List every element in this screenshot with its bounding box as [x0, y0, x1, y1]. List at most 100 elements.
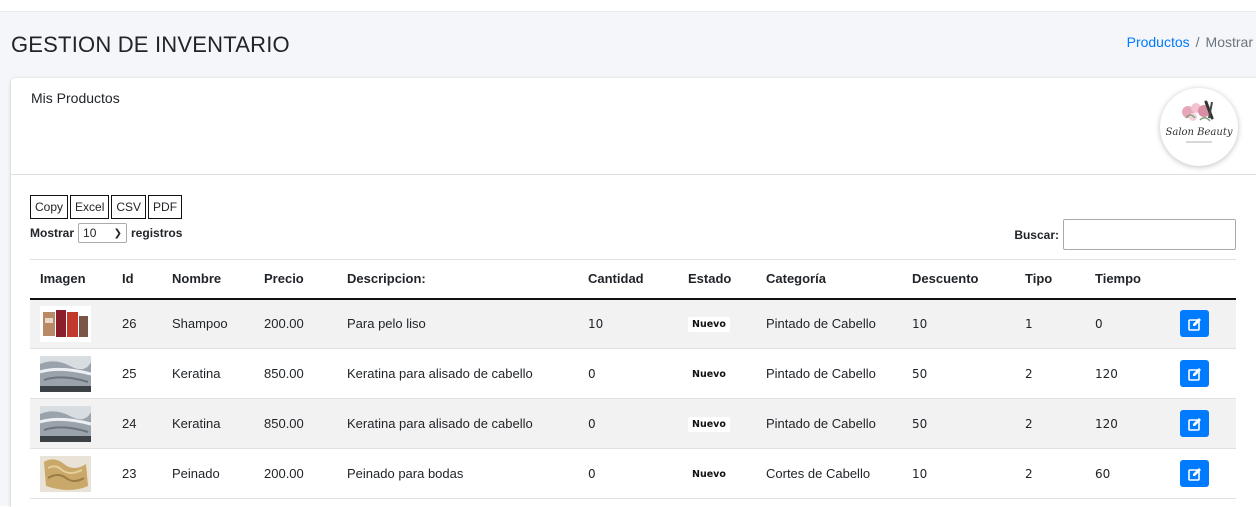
search-control: Buscar:: [1014, 219, 1236, 250]
column-header-descripcion[interactable]: Descripcion:: [337, 259, 578, 300]
cell-tipo: 1: [1025, 316, 1033, 331]
table-row: 26 Shampoo 200.00 Para pelo liso 10 Nuev…: [30, 298, 1236, 349]
card-body: Copy Excel CSV PDF Mostrar 10 ❯ registro…: [11, 176, 1256, 507]
cell-estado: Nuevo: [678, 349, 756, 399]
column-header-cantidad[interactable]: Cantidad: [578, 259, 678, 300]
table-row: 24 Keratina 850.00 Keratina para alisado…: [30, 398, 1236, 449]
cell-nombre: Peinado: [172, 466, 220, 481]
table-header: Imagen Id Nombre Precio Descripcion: Can…: [30, 259, 1236, 300]
cell-precio: 200.00: [264, 316, 304, 332]
cell-categoria: Cortes de Cabello: [766, 466, 871, 481]
length-label-before: Mostrar: [30, 226, 75, 240]
cell-precio: 200.00: [264, 466, 304, 481]
cell-nombre: Keratina: [172, 416, 221, 431]
cell-cantidad: 0: [588, 466, 596, 481]
cell-estado: Nuevo: [678, 449, 756, 499]
cell-precio: 850.00: [264, 416, 304, 431]
cell-descuento: 10: [912, 466, 928, 481]
cell-id: 24: [122, 416, 137, 431]
column-header-imagen[interactable]: Imagen: [30, 259, 112, 300]
chevron-down-icon: ❯: [113, 227, 123, 239]
column-header-actions: [1170, 259, 1236, 300]
salon-beauty-logo: Salon Beauty: [1160, 88, 1238, 166]
edit-square-icon: [1187, 417, 1201, 431]
cell-tipo: 2: [1025, 416, 1033, 431]
column-header-id[interactable]: Id: [112, 259, 162, 300]
page-length-control: Mostrar 10 ❯ registros: [30, 223, 182, 243]
column-header-estado[interactable]: Estado: [678, 259, 756, 300]
column-header-precio[interactable]: Precio: [254, 259, 337, 300]
cell-actions: [1170, 299, 1236, 349]
edit-button[interactable]: [1180, 410, 1209, 437]
products-card: Mis Productos Salon Beauty Copy Excel CS…: [11, 78, 1256, 507]
cell-image: [30, 349, 112, 399]
column-header-descuento[interactable]: Descuento: [902, 259, 1015, 300]
column-header-tiempo[interactable]: Tiempo: [1085, 259, 1170, 300]
cell-actions: [1170, 449, 1236, 499]
status-badge: Nuevo: [688, 367, 730, 382]
cell-precio: 850.00: [264, 366, 304, 381]
cell-tipo: 2: [1025, 466, 1033, 481]
table-row: 25 Keratina 850.00 Keratina para alisado…: [30, 348, 1236, 399]
breadcrumb-productos-link[interactable]: Productos: [1127, 34, 1190, 50]
products-table: Imagen Id Nombre Precio Descripcion: Can…: [30, 259, 1236, 499]
cell-descripcion: Para pelo liso: [347, 316, 426, 332]
cell-descuento: 50: [912, 366, 928, 381]
cell-cantidad: 10: [588, 316, 604, 331]
cell-descripcion: Peinado para bodas: [347, 466, 464, 481]
product-thumbnail: [40, 455, 91, 492]
table-body: 26 Shampoo 200.00 Para pelo liso 10 Nuev…: [30, 298, 1236, 499]
cell-descripcion: Keratina para alisado de cabello: [347, 366, 533, 381]
cell-actions: [1170, 399, 1236, 449]
edit-square-icon: [1187, 317, 1201, 331]
table-row: 23 Peinado 200.00 Peinado para bodas 0 N…: [30, 448, 1236, 499]
cell-image: [30, 399, 112, 449]
breadcrumb-separator: /: [1195, 34, 1200, 50]
column-header-categoria[interactable]: Categoría: [756, 259, 902, 300]
column-header-tipo[interactable]: Tipo: [1015, 259, 1085, 300]
header-row: Imagen Id Nombre Precio Descripcion: Can…: [30, 259, 1236, 300]
cell-tiempo: 60: [1095, 466, 1111, 481]
edit-button[interactable]: [1180, 360, 1209, 387]
cell-tiempo: 120: [1095, 416, 1118, 431]
logo-graphic: Salon Beauty: [1166, 100, 1233, 143]
cell-tiempo: 0: [1095, 316, 1103, 331]
copy-button[interactable]: Copy: [30, 195, 69, 219]
pdf-button[interactable]: PDF: [148, 195, 183, 219]
status-badge: Nuevo: [688, 467, 730, 482]
export-buttons: Copy Excel CSV PDF: [30, 195, 183, 219]
logo-lettering: Salon Beauty: [1166, 127, 1233, 138]
edit-square-icon: [1187, 367, 1201, 381]
cell-cantidad: 0: [588, 416, 596, 431]
cell-id: 23: [122, 466, 137, 481]
breadcrumb-current: Mostrar: [1205, 34, 1253, 50]
cell-nombre: Shampoo: [172, 316, 228, 332]
cell-nombre: Keratina: [172, 366, 221, 381]
search-label: Buscar:: [1014, 227, 1059, 242]
edit-button[interactable]: [1180, 460, 1209, 487]
csv-button[interactable]: CSV: [111, 195, 147, 219]
column-header-nombre[interactable]: Nombre: [162, 259, 254, 300]
cell-id: 25: [122, 366, 137, 381]
cell-estado: Nuevo: [678, 299, 756, 349]
edit-square-icon: [1187, 467, 1201, 481]
card-header: Mis Productos Salon Beauty: [11, 78, 1256, 175]
product-thumbnail: [40, 355, 91, 392]
product-thumbnail: [40, 405, 91, 442]
page-title: GESTION DE INVENTARIO: [11, 32, 290, 57]
cell-descripcion: Keratina para alisado de cabello: [347, 416, 533, 431]
cell-actions: [1170, 349, 1236, 399]
cell-image: [30, 299, 112, 349]
edit-button[interactable]: [1180, 310, 1209, 338]
excel-button[interactable]: Excel: [70, 195, 110, 219]
length-label-after: registros: [131, 226, 183, 240]
page-length-select[interactable]: 10 ❯: [78, 223, 128, 243]
cell-tipo: 2: [1025, 366, 1033, 381]
search-input[interactable]: [1063, 219, 1236, 250]
content-header: GESTION DE INVENTARIO Productos / Mostrar: [0, 12, 1256, 78]
cell-descuento: 50: [912, 416, 928, 431]
page-background: GESTION DE INVENTARIO Productos / Mostrar …: [0, 11, 1256, 507]
status-badge: Nuevo: [688, 317, 730, 333]
cell-estado: Nuevo: [678, 399, 756, 449]
card-title: Mis Productos: [31, 90, 120, 106]
